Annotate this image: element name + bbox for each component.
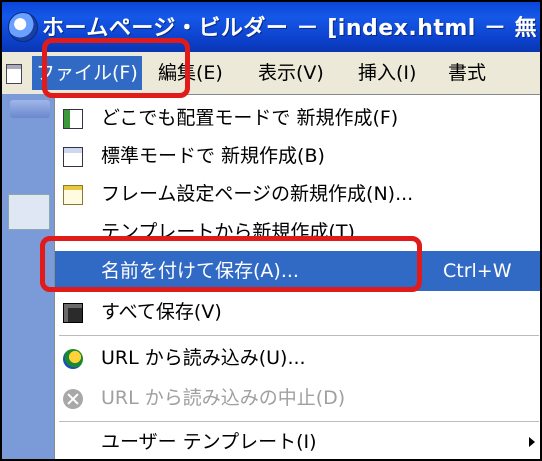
menu-item-user-template[interactable]: ユーザー テンプレート(I) — [55, 425, 540, 459]
tool-button — [8, 194, 50, 230]
app-window: ホームページ・ビルダー － [index.html － 無 ファイル(F) 編集… — [0, 0, 542, 461]
menu-item-label: すべて保存(V) — [101, 301, 222, 323]
menu-view[interactable]: 表示(V) — [254, 56, 328, 90]
menu-item-new-frame[interactable]: フレーム設定ページの新規作成(N)... — [55, 177, 540, 211]
menu-item-label: 標準モードで 新規作成(B) — [101, 145, 325, 167]
annotation-save-as — [40, 236, 422, 292]
menu-item-url-load[interactable]: URL から読み込み(U)... — [55, 341, 540, 375]
new-standard-doc-icon — [63, 147, 83, 167]
menu-item-new-anywhere[interactable]: どこでも配置モードで 新規作成(F) — [55, 101, 540, 135]
submenu-arrow-icon — [529, 437, 535, 447]
menu-item-label: ユーザー テンプレート(I) — [101, 431, 317, 453]
menu-separator — [59, 421, 539, 422]
menu-separator — [59, 335, 539, 336]
menu-insert[interactable]: 挿入(I) — [354, 56, 420, 90]
annotation-file-menu — [42, 38, 190, 98]
url-load-icon — [63, 349, 83, 369]
menu-item-label: URL から読み込み(U)... — [101, 347, 306, 369]
menu-item-url-load-stop: URL から読み込みの中止(D) — [55, 381, 540, 415]
new-anywhere-doc-icon — [63, 109, 83, 129]
menu-item-save-all[interactable]: すべて保存(V) — [55, 295, 540, 329]
app-logo-icon — [8, 12, 38, 42]
menu-item-label: どこでも配置モードで 新規作成(F) — [101, 107, 399, 129]
menu-item-label: フレーム設定ページの新規作成(N)... — [101, 183, 414, 205]
menu-item-new-standard[interactable]: 標準モードで 新規作成(B) — [55, 139, 540, 173]
menu-item-shortcut: Ctrl+W — [443, 260, 512, 282]
document-icon — [6, 64, 22, 84]
panel-tab — [10, 100, 50, 118]
menu-format[interactable]: 書式 — [444, 56, 490, 90]
menu-item-label: URL から読み込みの中止(D) — [101, 387, 346, 409]
frame-page-icon — [63, 185, 83, 205]
stop-load-icon — [63, 389, 83, 409]
save-all-icon — [63, 303, 83, 323]
